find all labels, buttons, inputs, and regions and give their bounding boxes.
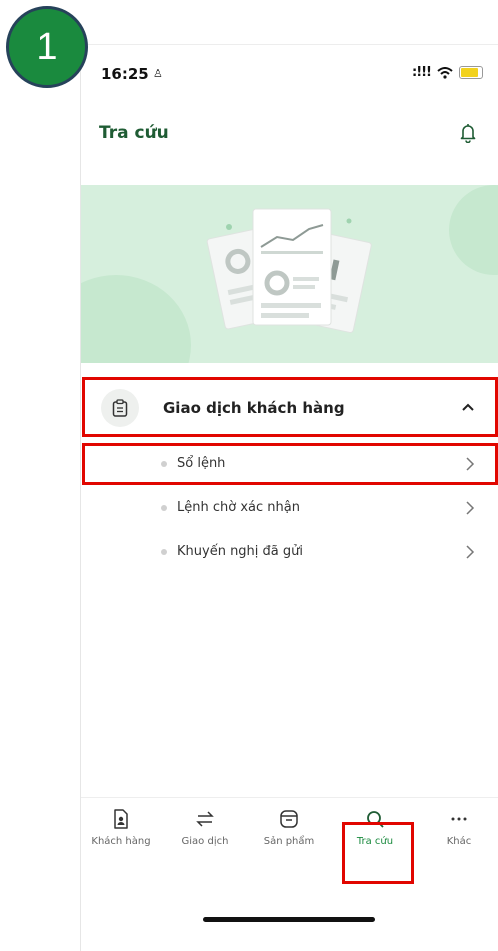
chevron-right-icon [466,545,475,559]
transfer-icon [196,811,214,827]
clipboard-icon [101,389,139,427]
bullet-dot [161,505,167,511]
chevron-up-icon[interactable] [461,400,475,414]
bullet-dot [161,549,167,555]
hero-banner [81,185,498,363]
bullet-dot [161,461,167,467]
search-icon [367,811,384,828]
more-icon [451,817,467,821]
status-bar: 16:25 ♙ :!!! [81,45,498,101]
chevron-right-icon [466,501,475,515]
page-title: Tra cứu [99,123,169,143]
bottom-nav: Khách hàng Giao dịch Sản phẩm Tra cứu Kh… [81,797,498,868]
list-item-label: Lệnh chờ xác nhận [177,500,300,515]
step-badge: 1 [6,6,88,88]
wifi-icon [437,66,453,79]
status-time: 16:25 [101,65,149,83]
product-icon [280,810,298,828]
nav-label: Tra cứu [356,836,394,847]
list-item-khuyen-nghi-da-gui[interactable]: Khuyến nghị đã gửi [81,532,498,576]
step-number: 1 [36,25,58,68]
nav-item-khac[interactable]: Khác [419,808,498,847]
customer-icon [114,809,128,829]
list-item-so-lenh[interactable]: Sổ lệnh [81,444,498,488]
battery-icon [459,66,483,79]
nav-label: Giao dịch [181,836,229,847]
header: Tra cứu [81,109,498,157]
phone-screen: 16:25 ♙ :!!! Tra cứu Giao dịch khách hàn… [80,44,498,951]
status-icons: :!!! [412,65,483,80]
list-item-lenh-cho-xac-nhan[interactable]: Lệnh chờ xác nhận [81,488,498,532]
nav-label: Khác [446,836,472,847]
chevron-right-icon [466,457,475,471]
left-margin [0,0,80,950]
nav-item-san-pham[interactable]: Sản phẩm [249,808,329,847]
nav-label: Khách hàng [91,836,151,847]
section-header-giao-dich-khach-hang[interactable]: Giao dịch khách hàng [81,380,498,436]
list-item-label: Khuyến nghị đã gửi [177,544,303,559]
person-icon: ♙ [153,67,163,80]
nav-item-giao-dich[interactable]: Giao dịch [165,808,245,847]
bell-icon[interactable] [459,123,477,143]
nav-item-khach-hang[interactable]: Khách hàng [81,808,161,847]
home-indicator [203,917,375,922]
nav-item-tra-cuu[interactable]: Tra cứu [335,808,415,847]
section-title: Giao dịch khách hàng [163,399,345,417]
documents-illustration [206,208,372,334]
signal-icon: :!!! [412,65,432,80]
list-item-label: Sổ lệnh [177,456,226,471]
nav-label: Sản phẩm [263,836,315,847]
